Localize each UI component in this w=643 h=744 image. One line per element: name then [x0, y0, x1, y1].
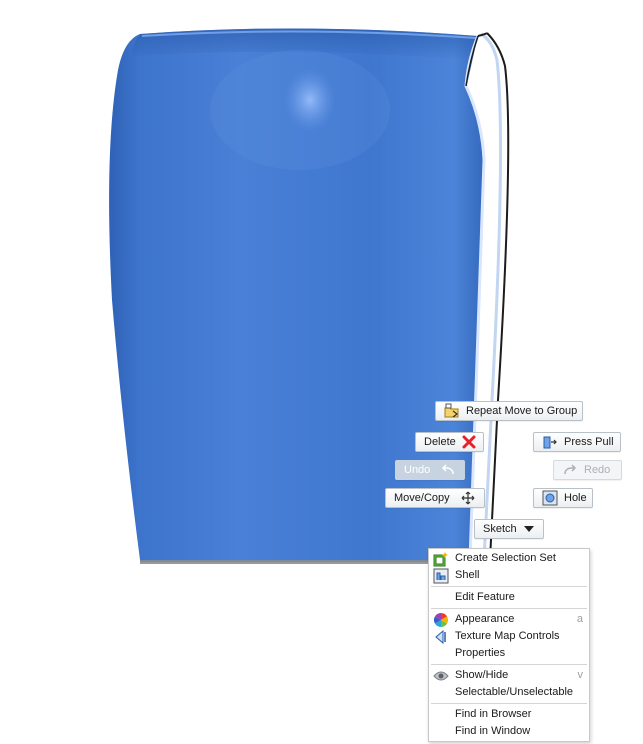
move-arrows-icon — [460, 490, 476, 506]
redo-label: Redo — [584, 464, 611, 476]
sketch-label: Sketch — [483, 523, 517, 535]
move-copy-label: Move/Copy — [394, 492, 450, 504]
press-pull-icon — [542, 434, 558, 450]
shortcut-key: v — [577, 669, 584, 681]
texture-map-icon — [433, 629, 449, 645]
shortcut-key: a — [576, 613, 583, 625]
undo-button[interactable]: Undo — [395, 460, 465, 480]
menu-item-selectable-unselectable[interactable]: Selectable/Unselectable — [429, 684, 589, 701]
shell-icon — [433, 568, 449, 584]
undo-arrow-icon — [440, 462, 456, 478]
menu-item-show-hide[interactable]: Show/Hide v — [429, 667, 589, 684]
menu-item-properties[interactable]: Properties — [429, 645, 589, 662]
redo-button[interactable]: Redo — [553, 460, 622, 480]
menu-item-find-in-window[interactable]: Find in Window — [429, 723, 589, 740]
menu-separator — [431, 586, 587, 587]
menu-label: Create Selection Set — [455, 552, 556, 564]
hole-icon — [542, 490, 558, 506]
eye-icon — [433, 668, 449, 684]
menu-label: Find in Window — [455, 725, 531, 737]
move-copy-button[interactable]: Move/Copy — [385, 488, 485, 508]
menu-separator — [431, 664, 587, 665]
menu-label: Appearance — [455, 613, 515, 625]
menu-separator — [431, 608, 587, 609]
context-menu: Create Selection Set Shell Edit Feature … — [428, 548, 590, 742]
delete-button[interactable]: Delete — [415, 432, 484, 452]
menu-label: Find in Browser — [455, 708, 532, 720]
menu-label: Shell — [455, 569, 480, 581]
undo-label: Undo — [404, 464, 431, 476]
menu-label: Edit Feature — [455, 591, 515, 603]
menu-label: Show/Hide — [455, 669, 509, 681]
menu-label: Properties — [455, 647, 506, 659]
hole-label: Hole — [564, 492, 587, 504]
folder-move-icon — [444, 403, 460, 419]
repeat-move-label: Repeat Move to Group — [466, 405, 578, 417]
press-pull-label: Press Pull — [564, 436, 614, 448]
menu-item-shell[interactable]: Shell — [429, 567, 589, 584]
delete-x-icon — [462, 434, 476, 450]
menu-item-create-selection-set[interactable]: Create Selection Set — [429, 550, 589, 567]
repeat-move-button[interactable]: Repeat Move to Group — [435, 401, 583, 421]
press-pull-button[interactable]: Press Pull — [533, 432, 621, 452]
menu-item-edit-feature[interactable]: Edit Feature — [429, 589, 589, 606]
chevron-down-icon — [523, 521, 535, 537]
menu-separator — [431, 703, 587, 704]
menu-item-appearance[interactable]: Appearance a — [429, 611, 589, 628]
redo-arrow-icon — [562, 462, 578, 478]
sketch-button[interactable]: Sketch — [474, 519, 544, 539]
menu-label: Selectable/Unselectable — [455, 686, 574, 698]
delete-label: Delete — [424, 436, 456, 448]
menu-item-texture-map-controls[interactable]: Texture Map Controls — [429, 628, 589, 645]
hole-button[interactable]: Hole — [533, 488, 593, 508]
menu-item-find-in-browser[interactable]: Find in Browser — [429, 706, 589, 723]
appearance-icon — [433, 612, 449, 628]
selection-set-icon — [433, 551, 449, 567]
vase-model[interactable] — [109, 28, 510, 564]
menu-label: Texture Map Controls — [455, 630, 560, 642]
